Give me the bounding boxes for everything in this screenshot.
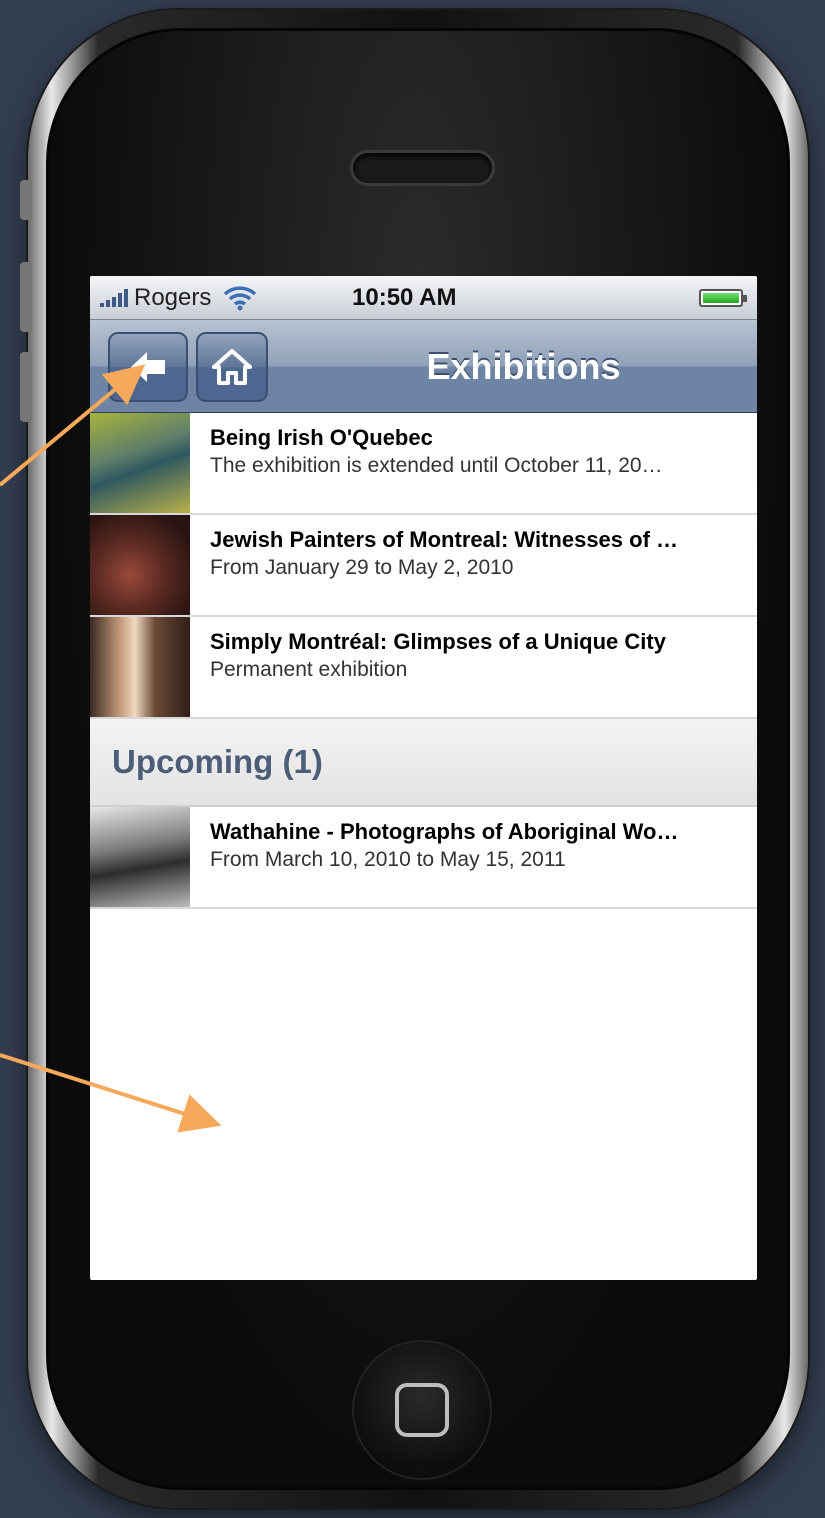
home-square-icon: [395, 1383, 449, 1437]
phone-screen: Rogers 10:50 AM Exhibitions Being Irish …: [90, 276, 757, 1280]
exhibition-title: Wathahine - Photographs of Aboriginal Wo…: [210, 819, 679, 844]
list-item[interactable]: Simply Montréal: Glimpses of a Unique Ci…: [90, 617, 757, 719]
signal-strength-icon: [100, 288, 128, 307]
battery-icon: [699, 289, 747, 307]
exhibition-dates: The exhibition is extended until October…: [210, 454, 663, 477]
wifi-icon: [224, 285, 257, 310]
exhibition-dates: From January 29 to May 2, 2010: [210, 556, 514, 579]
list-item[interactable]: Being Irish O'Quebec The exhibition is e…: [90, 413, 757, 515]
status-time: 10:50 AM: [352, 284, 457, 311]
home-nav-button[interactable]: [196, 332, 268, 402]
exhibition-thumbnail: [90, 515, 190, 615]
upcoming-section-header: Upcoming (1): [90, 719, 757, 807]
list-item[interactable]: Jewish Painters of Montreal: Witnesses o…: [90, 515, 757, 617]
exhibitions-list: Being Irish O'Quebec The exhibition is e…: [90, 413, 757, 909]
exhibition-dates: Permanent exhibition: [210, 658, 408, 681]
back-button[interactable]: [108, 332, 188, 402]
back-arrow-icon: [131, 352, 165, 382]
volume-down-button: [20, 352, 32, 422]
exhibition-title: Jewish Painters of Montreal: Witnesses o…: [210, 527, 679, 552]
page-title: Exhibitions: [426, 345, 621, 387]
exhibition-title: Being Irish O'Quebec: [210, 425, 433, 450]
exhibition-thumbnail: [90, 617, 190, 717]
exhibition-title: Simply Montréal: Glimpses of a Unique Ci…: [210, 629, 666, 654]
list-item[interactable]: Wathahine - Photographs of Aboriginal Wo…: [90, 807, 757, 909]
silent-switch: [20, 180, 32, 220]
carrier-name: Rogers: [134, 283, 212, 311]
home-icon: [212, 349, 252, 385]
exhibition-thumbnail: [90, 413, 190, 513]
exhibition-thumbnail: [90, 807, 190, 907]
volume-up-button: [20, 262, 32, 332]
navigation-bar: Exhibitions: [90, 320, 757, 413]
earpiece-speaker: [350, 150, 495, 186]
hardware-home-button[interactable]: [352, 1340, 492, 1480]
status-bar: Rogers 10:50 AM: [90, 276, 757, 320]
exhibition-dates: From March 10, 2010 to May 15, 2011: [210, 848, 566, 871]
